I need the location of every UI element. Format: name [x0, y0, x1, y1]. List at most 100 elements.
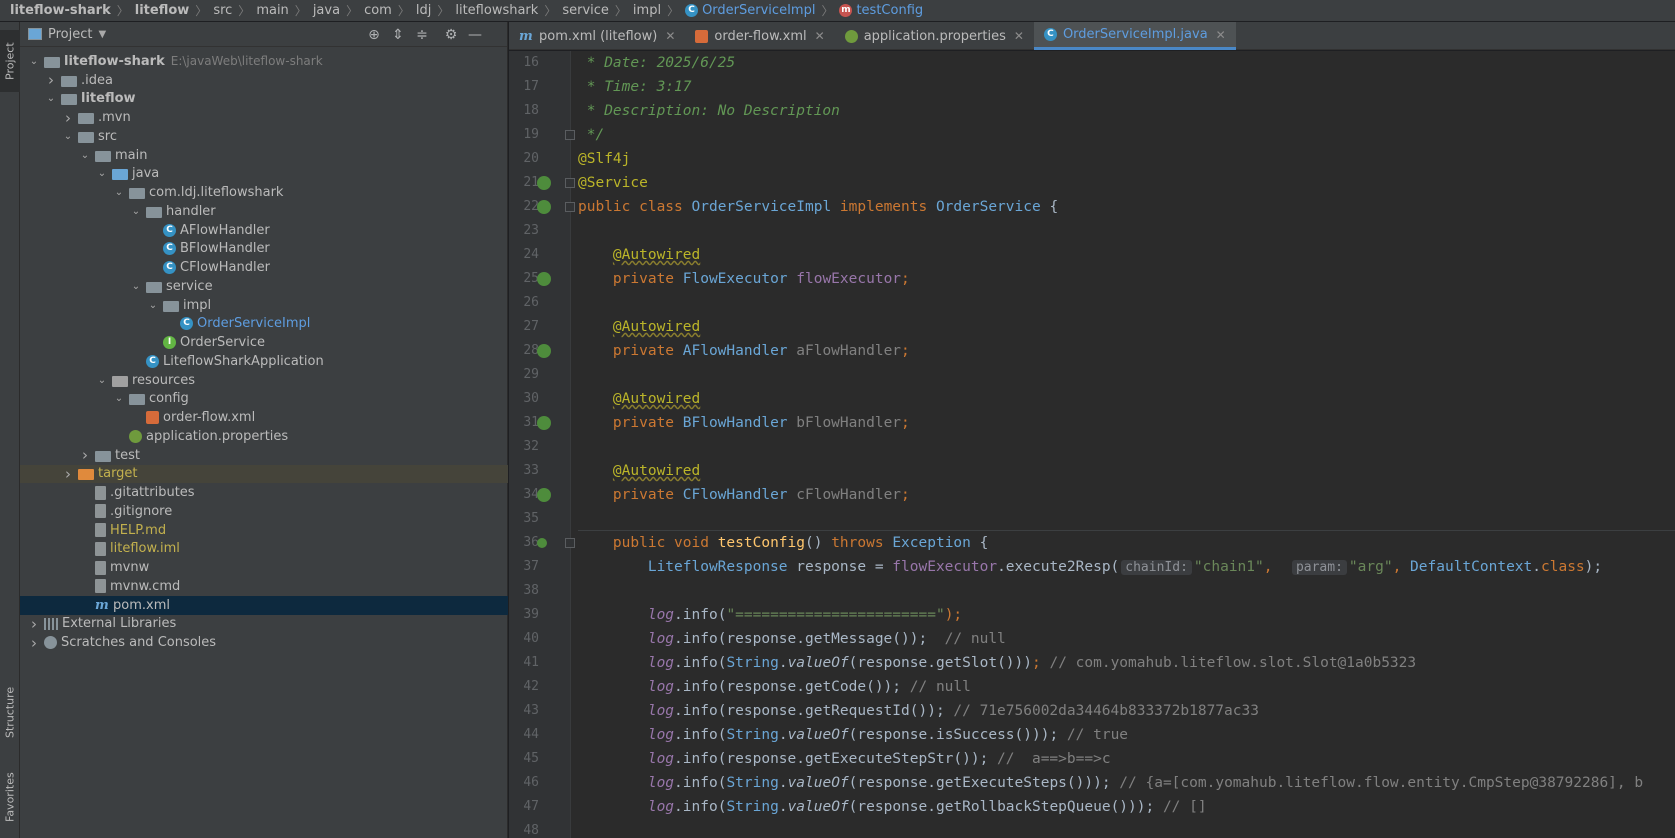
- tree-item[interactable]: ⌄ impl: [20, 296, 508, 315]
- chevron-down-icon[interactable]: ▼: [98, 29, 106, 40]
- editor-tab[interactable]: C OrderServiceImpl.java ✕: [1033, 22, 1236, 50]
- spring-bean-icon[interactable]: [537, 344, 551, 358]
- tree-item[interactable]: ⌄ liteflow: [20, 90, 508, 109]
- chevron-down-icon[interactable]: ⌄: [45, 93, 57, 104]
- tree-item[interactable]: ⌄ liteflow-shark E:\javaWeb\liteflow-shark: [20, 52, 508, 71]
- tree-item[interactable]: › External Libraries: [20, 615, 508, 634]
- tree-item[interactable]: ⌄ src: [20, 127, 508, 146]
- code-token: String: [726, 655, 779, 671]
- tree-item[interactable]: ⌄ service: [20, 277, 508, 296]
- spring-bean-icon[interactable]: [537, 200, 551, 214]
- close-icon[interactable]: ✕: [1014, 29, 1024, 43]
- tree-item[interactable]: C LiteflowSharkApplication: [20, 352, 508, 371]
- tree-item[interactable]: › Scratches and Consoles: [20, 633, 508, 652]
- project-tool-tab[interactable]: Project: [0, 30, 20, 92]
- fold-icon[interactable]: [565, 178, 575, 188]
- code-editor[interactable]: 16 17 18 19 20 21 22 23 24 25 26 27 28 29 30 31 32 33 34 35…: [509, 51, 1675, 838]
- tree-item[interactable]: ⌄ handler: [20, 202, 508, 221]
- tree-item[interactable]: liteflow.iml: [20, 540, 508, 559]
- tree-item[interactable]: C OrderServiceImpl: [20, 315, 508, 334]
- tree-item[interactable]: .gitignore: [20, 502, 508, 521]
- tree-item[interactable]: ⌄ java: [20, 165, 508, 184]
- expand-all-icon[interactable]: ⇕: [390, 27, 406, 43]
- breadcrumb-item[interactable]: liteflowshark: [455, 3, 538, 18]
- breadcrumb-item[interactable]: com: [364, 3, 392, 18]
- breadcrumb-item[interactable]: liteflow: [135, 3, 190, 18]
- chevron-right-icon[interactable]: ›: [28, 634, 40, 652]
- tree-item[interactable]: ⌄ config: [20, 390, 508, 409]
- close-icon[interactable]: ✕: [1216, 28, 1226, 42]
- code-line: @Autowired: [578, 315, 700, 339]
- spring-bean-icon[interactable]: [537, 416, 551, 430]
- spring-bean-icon[interactable]: [537, 488, 551, 502]
- favorites-tool-tab[interactable]: Favorites: [0, 762, 20, 832]
- spring-bean-icon[interactable]: [537, 176, 551, 190]
- fold-icon[interactable]: [565, 538, 575, 548]
- code-token: (response.getSlot())): [848, 655, 1032, 671]
- collapse-all-icon[interactable]: ≑: [414, 27, 430, 43]
- locate-icon[interactable]: ⊕: [366, 27, 382, 43]
- breadcrumb-method[interactable]: testConfig: [856, 3, 923, 18]
- tree-item[interactable]: ⌄ resources: [20, 371, 508, 390]
- project-panel-title[interactable]: Project: [48, 27, 92, 42]
- breadcrumb-item[interactable]: liteflow-shark: [10, 3, 111, 18]
- tree-item[interactable]: C AFlowHandler: [20, 221, 508, 240]
- breadcrumb-item[interactable]: src: [213, 3, 232, 18]
- breadcrumb-item[interactable]: ldj: [416, 3, 431, 18]
- code-token: .info(: [674, 607, 727, 623]
- breadcrumb-item[interactable]: impl: [633, 3, 661, 18]
- line-number: 45: [523, 751, 539, 766]
- breadcrumb-item[interactable]: service: [562, 3, 609, 18]
- editor-tab[interactable]: application.properties ✕: [835, 22, 1034, 50]
- gear-icon[interactable]: ⚙: [443, 27, 459, 43]
- chevron-down-icon[interactable]: ⌄: [113, 393, 125, 404]
- file-icon: [95, 541, 106, 556]
- editor-tab[interactable]: m pom.xml (liteflow) ✕: [509, 22, 685, 50]
- tree-item[interactable]: m pom.xml: [20, 595, 508, 615]
- close-icon[interactable]: ✕: [815, 29, 825, 43]
- code-token: Exception: [892, 535, 971, 551]
- editor-tab[interactable]: order-flow.xml ✕: [685, 22, 834, 50]
- chevron-down-icon[interactable]: ⌄: [96, 375, 108, 386]
- chevron-right-icon[interactable]: ›: [79, 446, 91, 464]
- tree-item[interactable]: › .idea: [20, 71, 508, 90]
- chevron-down-icon[interactable]: ⌄: [62, 131, 74, 142]
- chevron-down-icon[interactable]: ⌄: [79, 150, 91, 161]
- chevron-down-icon[interactable]: ⌄: [96, 168, 108, 179]
- chevron-down-icon[interactable]: ⌄: [130, 281, 142, 292]
- tree-item[interactable]: I OrderService: [20, 333, 508, 352]
- hide-icon[interactable]: —: [467, 27, 483, 43]
- close-icon[interactable]: ✕: [665, 29, 675, 43]
- structure-tool-tab[interactable]: Structure: [0, 677, 20, 747]
- tree-item[interactable]: C BFlowHandler: [20, 240, 508, 259]
- tree-item[interactable]: mvnw.cmd: [20, 577, 508, 596]
- chevron-right-icon[interactable]: ›: [62, 465, 74, 483]
- chevron-down-icon[interactable]: ⌄: [28, 56, 40, 67]
- breadcrumb-class[interactable]: OrderServiceImpl: [702, 3, 815, 18]
- tree-item-label: target: [98, 466, 138, 482]
- spring-bean-icon[interactable]: [537, 272, 551, 286]
- chevron-down-icon[interactable]: ⌄: [147, 300, 159, 311]
- chevron-down-icon[interactable]: ⌄: [130, 206, 142, 217]
- chevron-down-icon[interactable]: ⌄: [113, 187, 125, 198]
- tree-item[interactable]: order-flow.xml: [20, 408, 508, 427]
- tree-item[interactable]: .gitattributes: [20, 483, 508, 502]
- fold-icon[interactable]: [565, 202, 575, 212]
- chevron-right-icon[interactable]: ›: [45, 71, 57, 89]
- tree-item[interactable]: ⌄ com.ldj.liteflowshark: [20, 183, 508, 202]
- code-line: log.info(String.valueOf(response.getSlot…: [578, 651, 1416, 675]
- tree-item[interactable]: ⌄ main: [20, 146, 508, 165]
- tree-item[interactable]: › test: [20, 446, 508, 465]
- tree-item[interactable]: HELP.md: [20, 521, 508, 540]
- chevron-right-icon[interactable]: ›: [28, 615, 40, 633]
- fold-icon[interactable]: [565, 130, 575, 140]
- tree-item[interactable]: C CFlowHandler: [20, 258, 508, 277]
- tree-item[interactable]: application.properties: [20, 427, 508, 446]
- implements-icon[interactable]: [537, 538, 547, 548]
- breadcrumb-item[interactable]: main: [256, 3, 288, 18]
- breadcrumb-item[interactable]: java: [313, 3, 340, 18]
- tree-item[interactable]: mvnw: [20, 558, 508, 577]
- chevron-right-icon[interactable]: ›: [62, 109, 74, 127]
- tree-item[interactable]: › .mvn: [20, 108, 508, 127]
- tree-item[interactable]: › target: [20, 464, 508, 484]
